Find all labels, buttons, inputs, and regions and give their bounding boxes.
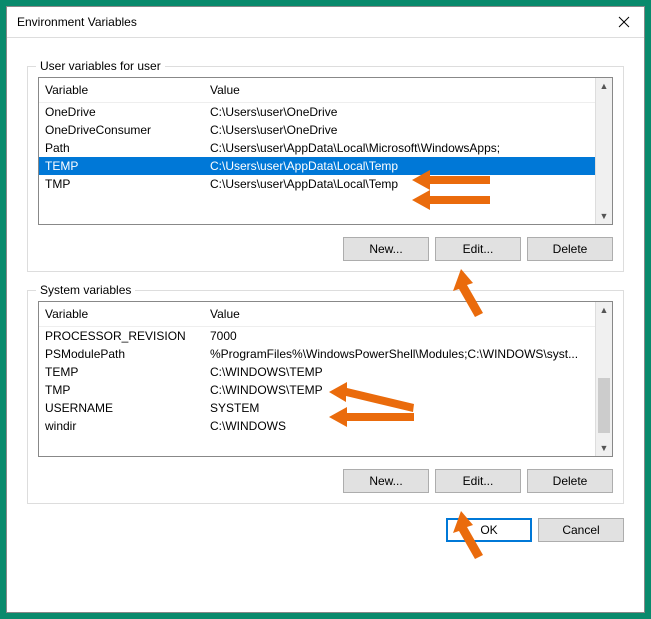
table-row[interactable]: Path C:\Users\user\AppData\Local\Microso…: [39, 139, 595, 157]
column-header-value[interactable]: Value: [210, 307, 589, 321]
table-row[interactable]: TEMP C:\WINDOWS\TEMP: [39, 363, 595, 381]
window-title: Environment Variables: [17, 15, 137, 29]
scroll-down-icon[interactable]: ▼: [596, 440, 612, 456]
column-header-variable[interactable]: Variable: [45, 83, 210, 97]
column-header-value[interactable]: Value: [210, 83, 589, 97]
table-row[interactable]: windir C:\WINDOWS: [39, 417, 595, 435]
table-row[interactable]: OneDrive C:\Users\user\OneDrive: [39, 103, 595, 121]
close-icon: [618, 16, 630, 28]
user-edit-button[interactable]: Edit...: [435, 237, 521, 261]
scroll-track[interactable]: [596, 318, 612, 440]
scroll-up-icon[interactable]: ▲: [596, 302, 612, 318]
close-button[interactable]: [612, 13, 636, 31]
user-list-header[interactable]: Variable Value: [39, 78, 595, 103]
dialog-body: User variables for user Variable Value O…: [7, 38, 644, 612]
user-group-label: User variables for user: [36, 59, 165, 73]
user-new-button[interactable]: New...: [343, 237, 429, 261]
system-variables-list[interactable]: Variable Value PROCESSOR_REVISION 7000 P…: [38, 301, 613, 457]
column-header-variable[interactable]: Variable: [45, 307, 210, 321]
table-row[interactable]: USERNAME SYSTEM: [39, 399, 595, 417]
system-variables-group: System variables Variable Value PROCESSO…: [27, 290, 624, 504]
table-row[interactable]: PSModulePath %ProgramFiles%\WindowsPower…: [39, 345, 595, 363]
system-edit-button[interactable]: Edit...: [435, 469, 521, 493]
environment-variables-dialog: Environment Variables User variables for…: [6, 6, 645, 613]
table-row[interactable]: TMP C:\WINDOWS\TEMP: [39, 381, 595, 399]
user-delete-button[interactable]: Delete: [527, 237, 613, 261]
scroll-track[interactable]: [596, 94, 612, 208]
table-row[interactable]: PROCESSOR_REVISION 7000: [39, 327, 595, 345]
system-list-header[interactable]: Variable Value: [39, 302, 595, 327]
user-variables-group: User variables for user Variable Value O…: [27, 66, 624, 272]
scrollbar[interactable]: ▲ ▼: [595, 78, 612, 224]
system-new-button[interactable]: New...: [343, 469, 429, 493]
ok-button[interactable]: OK: [446, 518, 532, 542]
table-row[interactable]: OneDriveConsumer C:\Users\user\OneDrive: [39, 121, 595, 139]
scrollbar[interactable]: ▲ ▼: [595, 302, 612, 456]
table-row[interactable]: TMP C:\Users\user\AppData\Local\Temp: [39, 175, 595, 193]
scroll-thumb[interactable]: [598, 378, 610, 433]
scroll-up-icon[interactable]: ▲: [596, 78, 612, 94]
cancel-button[interactable]: Cancel: [538, 518, 624, 542]
system-group-label: System variables: [36, 283, 135, 297]
titlebar: Environment Variables: [7, 7, 644, 38]
table-row-selected[interactable]: TEMP C:\Users\user\AppData\Local\Temp: [39, 157, 595, 175]
system-delete-button[interactable]: Delete: [527, 469, 613, 493]
scroll-down-icon[interactable]: ▼: [596, 208, 612, 224]
user-variables-list[interactable]: Variable Value OneDrive C:\Users\user\On…: [38, 77, 613, 225]
